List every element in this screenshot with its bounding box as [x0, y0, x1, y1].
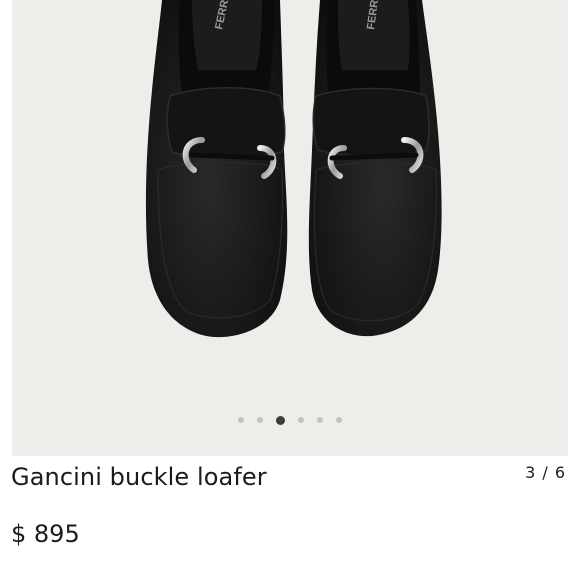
left-loafer: FERRAGAMO	[145, 0, 288, 338]
product-image[interactable]: FERRAGAMO FERRAGAMO	[12, 0, 568, 456]
carousel-pagination	[12, 414, 568, 426]
carousel-dot[interactable]	[317, 417, 323, 423]
product-image-carousel[interactable]: FERRAGAMO FERRAGAMO	[12, 0, 568, 456]
carousel-dot[interactable]	[298, 417, 304, 423]
carousel-dot[interactable]	[257, 417, 263, 423]
carousel-dot[interactable]	[336, 417, 342, 423]
carousel-dot[interactable]	[276, 415, 285, 425]
product-price: $ 895	[11, 520, 80, 548]
right-loafer: FERRAGAMO	[308, 0, 442, 337]
carousel-dot[interactable]	[238, 417, 244, 423]
product-title: Gancini buckle loafer	[11, 463, 267, 491]
image-counter: 3 / 6	[525, 463, 566, 482]
